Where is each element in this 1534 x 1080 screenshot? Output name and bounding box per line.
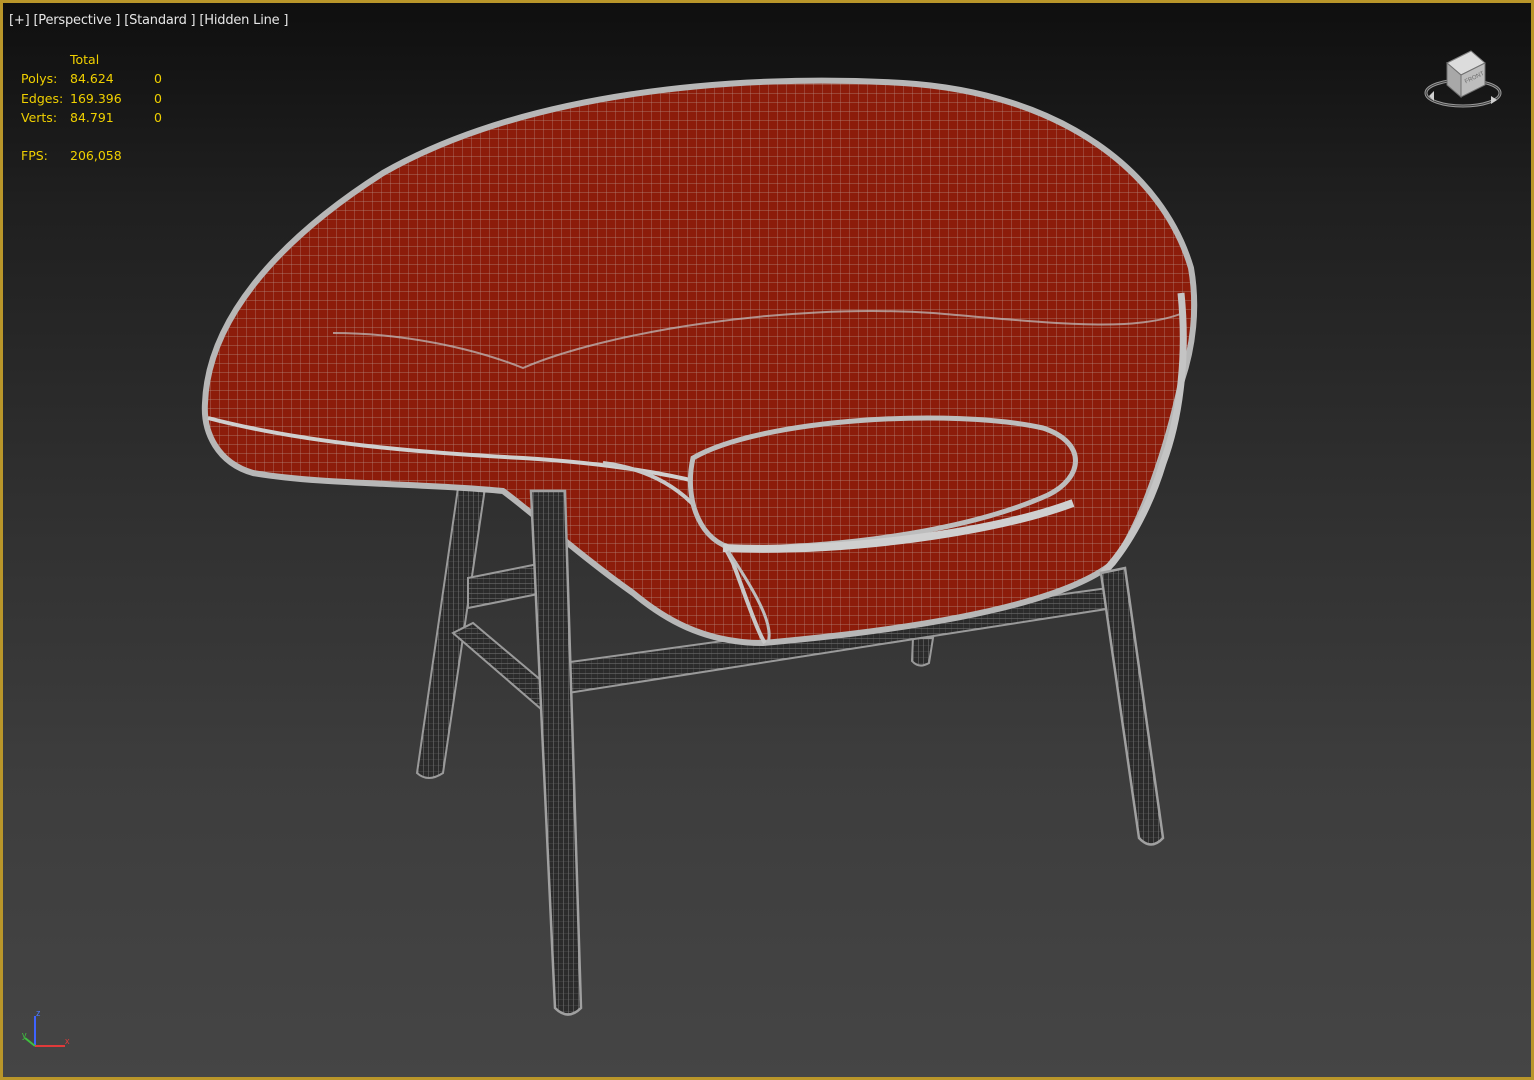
viewport-statistics: Total Polys: 84.624 0 Edges: 169.396 0 V…	[21, 50, 184, 165]
fps-label: FPS:	[21, 148, 48, 164]
world-axis-tripod: z y x	[22, 1008, 70, 1047]
stats-selected-value: 0	[154, 109, 162, 125]
stats-row-fps: FPS: 206,058	[21, 146, 184, 165]
stats-header-row: Total	[21, 50, 184, 69]
stats-label: Polys:	[21, 71, 58, 87]
viewport-label-menu: [+] [Perspective ] [Standard ] [Hidden Line…	[9, 13, 292, 28]
stats-total-value: 84.624	[70, 71, 114, 87]
stats-row-edges: Edges: 169.396 0	[21, 89, 184, 108]
viewport-point-of-view-menu[interactable]: [Perspective ]	[33, 13, 120, 28]
fps-value: 206,058	[70, 148, 122, 164]
stats-label: Verts:	[21, 109, 58, 125]
x-axis-label: x	[65, 1036, 70, 1046]
stats-total-header: Total	[70, 52, 100, 67]
stats-selected-value: 0	[154, 71, 162, 87]
z-axis-label: z	[36, 1008, 41, 1018]
viewport-shading-menu[interactable]: [Hidden Line ]	[199, 13, 288, 28]
viewcube[interactable]: FRONT	[1423, 43, 1503, 118]
viewport-standard-menu[interactable]: [Standard ]	[124, 13, 195, 28]
stats-label: Edges:	[21, 90, 64, 106]
stats-row-verts: Verts: 84.791 0	[21, 108, 184, 127]
stats-total-value: 84.791	[70, 109, 114, 125]
chair-wireframe-scene[interactable]	[3, 3, 1534, 1080]
y-axis-label: y	[22, 1030, 27, 1040]
y-axis-icon	[24, 1037, 36, 1047]
stats-selected-value: 0	[154, 90, 162, 106]
viewport-general-menu[interactable]: [+]	[9, 13, 30, 28]
chair-shell	[201, 77, 1198, 646]
stats-total-value: 169.396	[70, 90, 122, 106]
perspective-viewport[interactable]: [+] [Perspective ] [Standard ] [Hidden Line…	[0, 0, 1534, 1080]
stats-row-polys: Polys: 84.624 0	[21, 69, 184, 88]
